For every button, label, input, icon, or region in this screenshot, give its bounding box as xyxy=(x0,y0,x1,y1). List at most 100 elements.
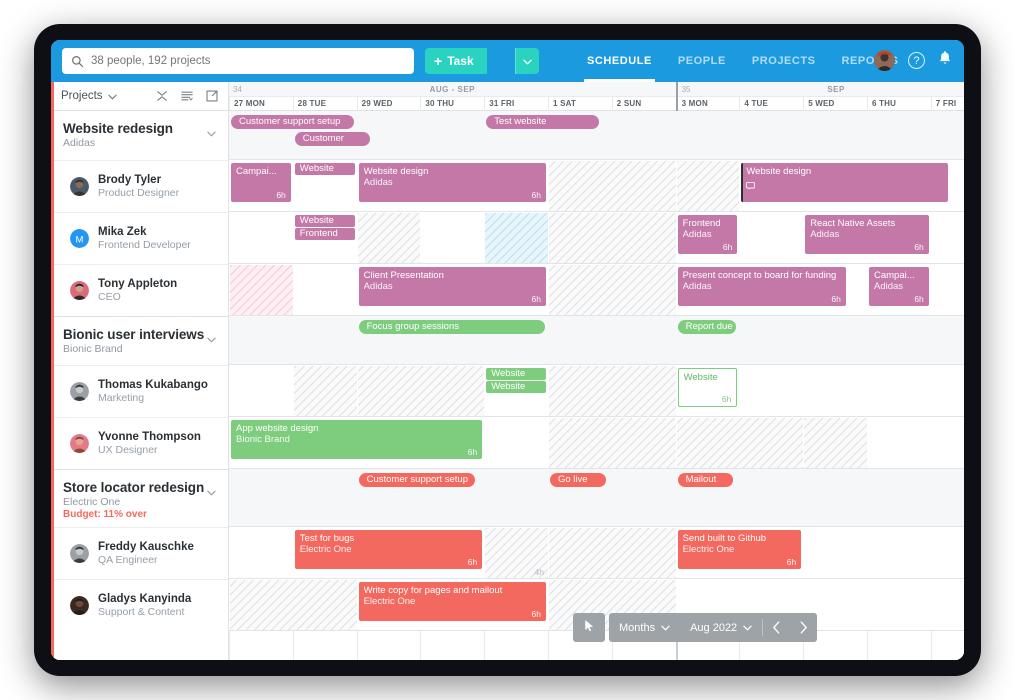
milestone-pill[interactable]: Test website xyxy=(486,115,600,129)
task-bar[interactable]: Website 6h xyxy=(677,368,738,407)
chevron-down-icon[interactable] xyxy=(107,87,117,105)
project-group-header[interactable]: Store locator redesign Electric One Budget… xyxy=(51,469,228,527)
next-period-button[interactable] xyxy=(790,613,817,642)
app-screen: + Task SCHEDULE PEOPLE PROJECTS REPORTS xyxy=(51,40,964,660)
task-bar[interactable]: Campai... 6h xyxy=(231,163,291,202)
nav-item-people[interactable]: PEOPLE xyxy=(678,40,726,82)
unavailable-time-block xyxy=(549,528,676,578)
nav-item-projects[interactable]: PROJECTS xyxy=(752,40,816,82)
person-row[interactable]: Tony Appleton CEO xyxy=(51,82,228,660)
pointer-tool-button[interactable] xyxy=(573,613,605,642)
task-hours: 6h xyxy=(467,557,478,567)
task-hours: 6h xyxy=(531,609,541,619)
person-row[interactable]: Yvonne Thompson UX Designer xyxy=(51,82,228,660)
add-task-button[interactable]: + Task xyxy=(425,48,487,74)
task-bar[interactable]: Frontend Adidas 6h xyxy=(677,215,738,254)
task-client: Electric One xyxy=(682,544,735,555)
task-bar[interactable]: Test for bugs Electric One 6h xyxy=(294,530,483,569)
day-header-cell[interactable]: 6 THU xyxy=(867,97,931,111)
notifications-bell-icon[interactable] xyxy=(938,50,952,71)
project-group-header[interactable]: Bionic user interviews Bionic Brand xyxy=(51,316,228,365)
project-group-header[interactable]: Website redesign Adidas xyxy=(51,111,228,160)
task-bar[interactable]: Website xyxy=(294,163,355,175)
task-bar[interactable]: Website design Adidas 6h xyxy=(358,163,546,202)
day-header-cell[interactable]: 27 MON xyxy=(229,97,293,111)
day-header-cell[interactable]: 5 WED xyxy=(803,97,867,111)
list-options-icon[interactable] xyxy=(181,90,193,102)
person-row[interactable]: Freddy Kauschke QA Engineer xyxy=(51,82,228,660)
search-box[interactable] xyxy=(62,48,414,74)
task-hours: 6h xyxy=(914,294,924,304)
task-label: Frontend xyxy=(299,228,338,239)
milestone-pill[interactable]: Customer support setup xyxy=(231,115,354,129)
task-bar[interactable]: App website design Bionic Brand 6h xyxy=(231,420,483,459)
milestone-pill[interactable]: Mailout xyxy=(677,473,734,487)
sidebar-groups: Website redesign Adidas Brody Tyler Product… xyxy=(51,82,228,660)
project-budget-status: Budget: 11% over xyxy=(63,509,147,520)
task-bar[interactable]: Website xyxy=(486,368,546,380)
person-row[interactable]: M Mika Zek Frontend Developer xyxy=(51,82,228,660)
zoom-level-dropdown[interactable]: Months xyxy=(609,613,680,642)
task-bar[interactable]: Client Presentation Adidas 6h xyxy=(358,267,546,306)
avatar xyxy=(70,434,89,453)
day-header-cell[interactable]: 7 FRI xyxy=(930,97,964,111)
chevron-down-icon[interactable] xyxy=(207,330,216,348)
chevron-down-icon[interactable] xyxy=(207,124,216,142)
project-title: Store locator redesign xyxy=(63,480,205,495)
task-bar[interactable]: Website xyxy=(486,381,546,393)
person-row[interactable]: Gladys Kanyinda Support & Content xyxy=(51,82,228,660)
day-header-cell[interactable]: 1 SAT xyxy=(548,97,612,111)
task-bar[interactable]: Write copy for pages and mailout Electric… xyxy=(358,582,546,621)
timeline-week-header: 34 AUG - SEP 35 SEP xyxy=(229,82,964,97)
previous-period-button[interactable] xyxy=(763,613,790,642)
task-bar[interactable]: Frontend xyxy=(294,228,355,240)
unavailable-time-block xyxy=(357,213,421,263)
milestone-pill[interactable]: Customer support setup xyxy=(358,473,475,487)
unavailable-time-block xyxy=(804,418,867,468)
task-bar[interactable]: Send built to Github Electric One 6h xyxy=(677,530,802,569)
day-header-cell[interactable]: 29 WED xyxy=(356,97,421,111)
person-row[interactable]: Thomas Kukabango Marketing xyxy=(51,82,228,660)
export-icon[interactable] xyxy=(206,90,218,102)
milestone-pill[interactable]: Focus group sessions xyxy=(358,320,545,334)
day-header-cell[interactable]: 28 TUE xyxy=(292,97,357,111)
task-client: Electric One xyxy=(363,596,416,607)
task-hours: 6h xyxy=(721,394,732,404)
person-role: Support & Content xyxy=(98,606,185,618)
unavailable-time-block xyxy=(357,366,485,416)
day-header-cell[interactable]: 2 SUN xyxy=(611,97,676,111)
task-bar[interactable]: Website xyxy=(294,215,355,227)
task-bar[interactable]: Present concept to board for funding Adid… xyxy=(677,267,846,306)
search-input[interactable] xyxy=(91,55,405,67)
period-dropdown[interactable]: Aug 2022 xyxy=(680,613,762,642)
project-title: Website redesign xyxy=(63,121,173,136)
chevron-down-icon[interactable] xyxy=(207,483,216,501)
chevron-down-icon xyxy=(743,622,752,634)
help-icon[interactable]: ? xyxy=(908,52,925,69)
unavailable-time-block xyxy=(549,418,676,468)
milestone-pill[interactable]: Report due xyxy=(677,320,737,334)
app-body: Projects Website redesign Adidas Brody T… xyxy=(51,82,964,660)
milestone-pill[interactable]: Customer xyxy=(294,132,370,146)
sidebar-tools xyxy=(156,90,218,102)
milestone-pill[interactable]: Go live xyxy=(550,473,606,487)
comment-icon xyxy=(746,177,756,190)
person-row[interactable]: Brody Tyler Product Designer xyxy=(51,82,228,660)
unavailable-time-block: 4h xyxy=(485,528,548,578)
task-bar[interactable]: React Native Assets Adidas 6h xyxy=(805,215,929,254)
day-header-cell[interactable]: 30 THU xyxy=(420,97,484,111)
day-header-cell[interactable]: 4 TUE xyxy=(739,97,803,111)
projects-sidebar: Projects Website redesign Adidas Brody T… xyxy=(51,82,229,660)
task-bar[interactable]: Website design xyxy=(741,163,948,202)
task-label: Website xyxy=(491,368,526,379)
day-header-cell[interactable]: 31 FRI xyxy=(484,97,548,111)
timeline-controls-toolbar: Months Aug 2022 xyxy=(573,613,818,642)
task-label: Website xyxy=(683,372,718,383)
collapse-rows-icon[interactable] xyxy=(156,90,168,102)
add-task-dropdown-button[interactable] xyxy=(515,48,539,74)
avatar[interactable] xyxy=(874,50,895,71)
person-role: Frontend Developer xyxy=(98,239,191,251)
nav-item-schedule[interactable]: SCHEDULE xyxy=(584,40,655,82)
day-header-cell[interactable]: 3 MON xyxy=(675,97,740,111)
task-bar[interactable]: Campai... Adidas 6h xyxy=(869,267,929,306)
